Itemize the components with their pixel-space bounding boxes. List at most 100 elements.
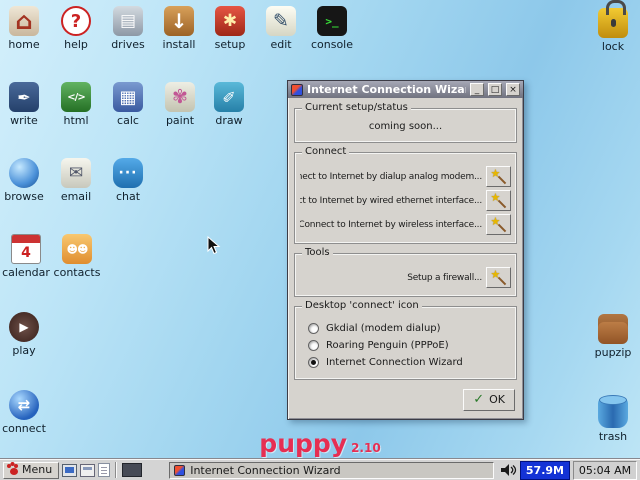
magic-wand-icon [491,215,507,233]
icon-label: install [162,38,196,51]
desktop-icon-email[interactable]: ✉ email [52,158,100,203]
minimize-button[interactable]: _ [470,83,484,96]
desktop: ⌂ home ? help ▤ drives ↓ install ✱ setup… [0,0,640,480]
help-icon: ? [61,6,91,36]
icon-label: console [310,38,354,51]
tools-group-label: Tools [302,247,333,258]
mouse-cursor [207,235,221,260]
task-icon [174,464,186,476]
desktop-icon-connect[interactable]: ⇄ connect [0,390,48,435]
play-icon: ▶ [9,312,39,342]
desktop-icon-contacts[interactable]: ☻☻ contacts [53,234,101,279]
connect-row-wireless: Connect to Internet by wireless interfac… [300,214,511,235]
desktop-icon-lock[interactable]: lock [589,0,637,53]
free-memory-badge[interactable]: 57.9M [519,460,570,480]
desktop-icon-console[interactable]: >_ console [308,6,356,51]
icon-label: edit [270,38,292,51]
taskbar-task-internet-connection-wizard[interactable]: Internet Connection Wizard [169,461,494,479]
connect-dialup-button[interactable] [486,166,511,187]
window-titlebar[interactable]: Internet Connection Wizard _ □ × [288,81,523,98]
console-icon: >_ [317,6,347,36]
puppy-logo-version: 2.10 [351,441,381,455]
radio-label: Roaring Penguin (PPPoE) [326,340,449,351]
desktop-pager[interactable] [122,463,143,477]
radio-button[interactable] [308,340,319,351]
icon-label: contacts [53,266,101,279]
window-body: Current setup/status coming soon... Conn… [288,98,523,419]
connect-ethernet-button[interactable] [486,190,511,211]
browse-icon [9,158,39,188]
paw-icon [7,463,18,475]
window-title: Internet Connection Wizard [307,83,466,96]
connect-ethernet-label: Connect to Internet by wired ethernet in… [300,195,482,206]
icon-label: chat [115,190,141,203]
icon-label: pupzip [594,346,632,359]
maximize-button[interactable]: □ [488,83,502,96]
desktop-icon-home[interactable]: ⌂ home [0,6,48,51]
notes-icon[interactable] [98,463,111,477]
icon-label: lock [601,40,625,53]
status-group: Current setup/status coming soon... [294,102,517,143]
firewall-label: Setup a firewall... [407,272,482,283]
task-title: Internet Connection Wizard [190,463,341,477]
window-icon [291,83,303,96]
windows-icon[interactable] [80,463,96,477]
desktop-icon-browse[interactable]: browse [0,158,48,203]
status-group-label: Current setup/status [302,102,411,113]
connect-row-ethernet: Connect to Internet by wired ethernet in… [300,190,511,211]
taskbar-clock: 05:04 AM [573,460,637,480]
menu-button[interactable]: Menu [3,461,60,479]
radio-label: Gkdial (modem dialup) [326,323,441,334]
icon-label: help [64,38,88,51]
desktop-icon-chat[interactable]: ··· chat [104,158,152,203]
desktop-icon-write[interactable]: ✒ write [0,82,48,127]
tools-group: Tools Setup a firewall... [294,247,517,297]
desktop-icon-paint[interactable]: ✾ paint [156,82,204,127]
icon-label: browse [4,190,44,203]
desktop-icon-html[interactable]: </> html [52,82,100,127]
desktop-icon-install[interactable]: ↓ install [155,6,203,51]
ok-button-label: OK [489,393,505,406]
desktop-icon-pupzip[interactable]: pupzip [589,314,637,359]
ok-row: OK [294,389,517,413]
radio-option-gkdial[interactable]: Gkdial (modem dialup) [308,323,509,334]
radio-button[interactable] [308,357,319,368]
desktop-icon-play[interactable]: ▶ play [0,312,48,357]
puppy-logo-name: puppy [259,429,348,458]
ok-check-icon [473,392,484,407]
close-button[interactable]: × [506,83,520,96]
internet-connection-wizard-window: Internet Connection Wizard _ □ × Current… [287,80,524,420]
desktop-icon-calendar[interactable]: 4 calendar [2,234,50,279]
status-text: coming soon... [368,121,443,132]
connect-wireless-label: Connect to Internet by wireless interfac… [300,219,482,230]
draw-icon: ✐ [214,82,244,112]
desktop-icon-help[interactable]: ? help [52,6,100,51]
trash-icon [598,395,628,428]
icon-label: paint [165,114,195,127]
chat-icon: ··· [113,158,143,188]
connect-group-label: Connect [302,146,350,157]
connect-wireless-button[interactable] [486,214,511,235]
connect-group: Connect Connect to Internet by dialup an… [294,146,517,244]
desktop-icon-edit[interactable]: ✎ edit [257,6,305,51]
radio-option-internet-connection-wizard[interactable]: Internet Connection Wizard [308,357,509,368]
puppy-logo: puppy 2.10 [0,429,640,458]
display-icon[interactable] [62,463,78,477]
ok-button[interactable]: OK [463,389,515,411]
icon-label: setup [214,38,246,51]
calendar-icon: 4 [11,234,41,264]
desktop-icon-setup[interactable]: ✱ setup [206,6,254,51]
radio-option-roaring-penguin[interactable]: Roaring Penguin (PPPoE) [308,340,509,351]
desktop-icon-calc[interactable]: ▦ calc [104,82,152,127]
icon-label: email [60,190,92,203]
taskbar: Menu Internet Connection Wizard 57.9M 05… [0,459,640,480]
radio-button[interactable] [308,323,319,334]
setup-firewall-button[interactable] [486,267,511,288]
volume-icon[interactable] [500,463,517,477]
radio-label: Internet Connection Wizard [326,357,463,368]
edit-icon: ✎ [266,6,296,36]
magic-wand-icon [491,167,507,185]
desktop-icon-draw[interactable]: ✐ draw [205,82,253,127]
icon-label: write [10,114,38,127]
desktop-icon-drives[interactable]: ▤ drives [104,6,152,51]
